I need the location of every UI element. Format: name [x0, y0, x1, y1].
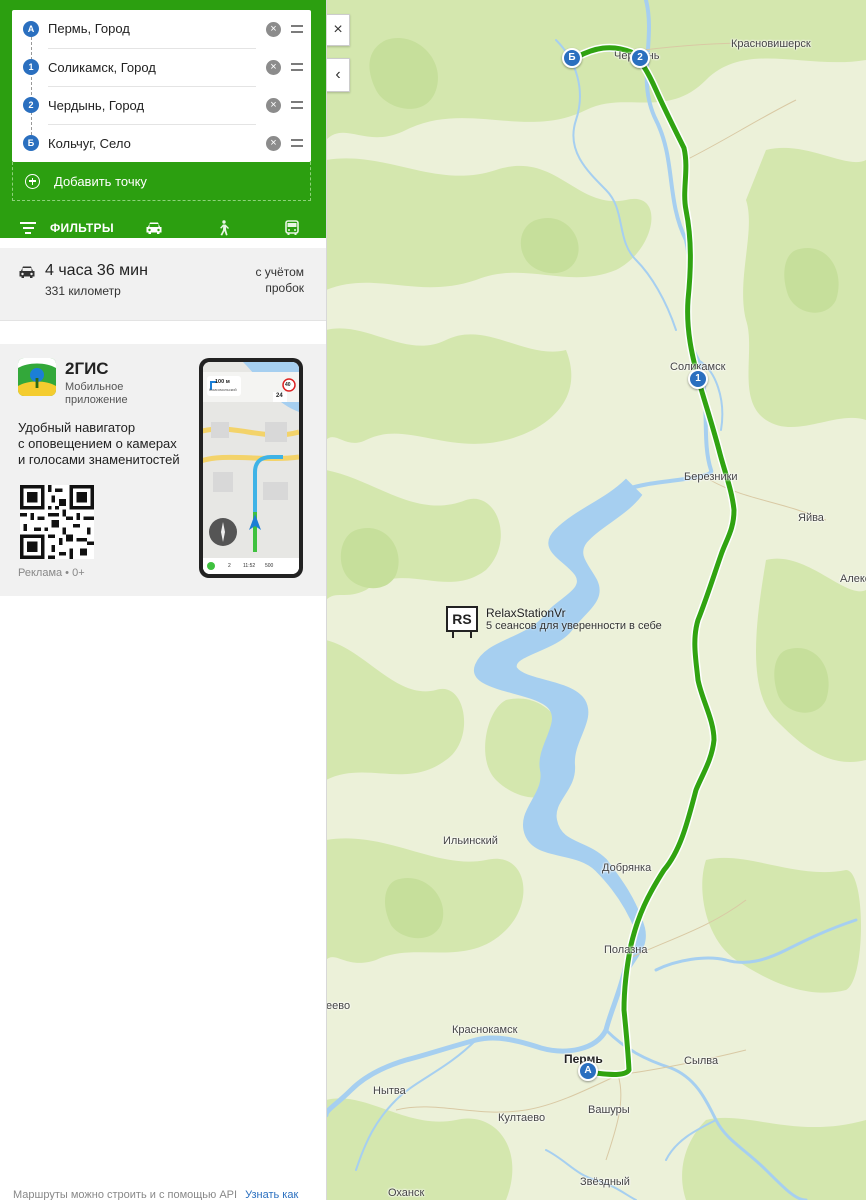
ad-desc-line2: с оповещением о камерах: [18, 436, 177, 451]
stop-input-a[interactable]: Пермь, Город: [48, 10, 256, 48]
map-label-yayva: Яйва: [798, 512, 824, 524]
drag-handle-icon[interactable]: [291, 25, 303, 33]
ad-desc-line1: Удобный навигатор: [18, 420, 136, 435]
api-learn-link[interactable]: Узнать как: [245, 1189, 298, 1200]
route-stops: А Пермь, Город × 1 Соликамск, Город × 2 …: [12, 10, 311, 162]
route-form: А Пермь, Город × 1 Соликамск, Город × 2 …: [0, 0, 326, 252]
route-stop-b[interactable]: Б Кольчуг, Село ×: [12, 123, 311, 163]
phone-eta: 11:52: [243, 563, 256, 569]
stop-input-1[interactable]: Соликамск, Город: [48, 47, 256, 87]
map-label-sylva: Сылва: [684, 1055, 719, 1067]
phone-mockup: 100 м Комсомольский 40 24 2 11:52 500: [199, 358, 303, 578]
ad-description: Удобный навигатор с оповещением о камера…: [18, 420, 180, 468]
map-ad-title: RelaxStationVr: [486, 606, 566, 620]
car-icon: [19, 266, 35, 278]
filter-icon: [20, 222, 36, 234]
add-point-label: Добавить точку: [54, 173, 147, 189]
traffic-note: с учётом пробок: [255, 264, 304, 296]
map-label-krasnokamsk: Краснокамск: [452, 1024, 518, 1036]
route-panel: А Пермь, Город × 1 Соликамск, Город × 2 …: [0, 0, 327, 1200]
map-label-dobryanka: Добрянка: [602, 862, 652, 874]
stop-input-b[interactable]: Кольчуг, Село: [48, 123, 256, 163]
mode-car-tab[interactable]: [120, 204, 189, 252]
qr-code: [20, 485, 94, 559]
plus-circle-icon: [25, 173, 40, 189]
drag-handle-icon[interactable]: [291, 101, 303, 109]
map-label-berezniki: Березники: [684, 471, 738, 483]
route-pin-2[interactable]: 2: [630, 48, 650, 68]
2gis-logo: [18, 358, 56, 396]
filters-button[interactable]: ФИЛЬТРЫ: [0, 221, 120, 235]
route-pin-1[interactable]: 1: [688, 369, 708, 389]
close-route-button[interactable]: ×: [326, 14, 350, 46]
api-note-text: Маршруты можно строить и с помощью API: [13, 1189, 238, 1200]
map[interactable]: Красновишерск Чердынь Соликамск Березник…: [326, 0, 866, 1200]
map-label-okhansk: Оханск: [388, 1187, 425, 1199]
mode-pedestrian-tab[interactable]: [189, 204, 258, 252]
map-label-kultaevo: Култаево: [498, 1112, 546, 1124]
navigator-screenshot: [203, 362, 299, 574]
clear-stop-1-button[interactable]: ×: [266, 59, 281, 75]
phone-meters: 500: [265, 563, 274, 569]
filters-label: ФИЛЬТРЫ: [50, 221, 114, 235]
map-canvas: [326, 0, 866, 1200]
clear-stop-a-button[interactable]: ×: [266, 21, 281, 37]
traffic-note-line1: с учётом: [255, 265, 304, 279]
route-pin-b[interactable]: Б: [562, 48, 582, 68]
mode-transit-tab[interactable]: [257, 204, 326, 252]
route-stop-a[interactable]: А Пермь, Город ×: [12, 10, 311, 48]
bus-icon: [284, 220, 299, 235]
map-label-polazna: Полазна: [604, 944, 648, 956]
phone-speed-limit: 40: [285, 382, 291, 388]
route-pin-a[interactable]: А: [578, 1061, 598, 1081]
phone-screen: 100 м Комсомольский 40 24 2 11:52 500: [203, 362, 299, 574]
chevron-left-icon: ‹: [335, 66, 341, 83]
stop-input-2[interactable]: Чердынь, Город: [48, 85, 256, 125]
phone-street: Комсомольский: [209, 388, 237, 392]
stop-marker-2: 2: [23, 97, 39, 113]
clear-stop-2-button[interactable]: ×: [266, 97, 281, 113]
map-label-krasnovishersk: Красновишерск: [731, 38, 811, 50]
phone-minutes: 2: [228, 563, 231, 569]
route-summary[interactable]: 4 часа 36 мин 331 километр с учётом проб…: [0, 248, 326, 321]
traffic-note-line2: пробок: [265, 281, 304, 295]
map-ad-subtitle: 5 сеансов для уверенности в себе: [486, 620, 662, 632]
car-icon: [146, 222, 162, 234]
drag-handle-icon[interactable]: [291, 63, 303, 71]
phone-speed: 24: [276, 393, 283, 399]
clear-stop-b-button[interactable]: ×: [266, 135, 281, 151]
add-point-button[interactable]: Добавить точку: [12, 162, 311, 201]
map-label-aleks: Алекс: [840, 573, 866, 585]
route-stop-2[interactable]: 2 Чердынь, Город ×: [12, 85, 311, 125]
ad-disclaimer: Реклама • 0+: [18, 567, 85, 579]
ad-brand-sub-line1: Мобильное: [65, 381, 124, 393]
ad-brand-sub-line2: приложение: [65, 394, 128, 406]
stop-marker-1: 1: [23, 59, 39, 75]
phone-distance: 100 м: [215, 379, 230, 385]
ad-brand: 2ГИС: [65, 359, 109, 378]
map-label-eevo: еево: [326, 1000, 351, 1012]
ad-brand-sub: Мобильное приложение: [65, 381, 128, 407]
ad-banner[interactable]: 2ГИС Мобильное приложение Удобный навига…: [0, 344, 326, 596]
stop-marker-b: Б: [23, 135, 39, 151]
map-label-nytva: Нытва: [373, 1085, 406, 1097]
pedestrian-icon: [220, 220, 229, 236]
stop-marker-a: А: [23, 21, 39, 37]
map-ad-marker[interactable]: RS RelaxStationVr 5 сеансов для уверенно…: [446, 606, 662, 638]
collapse-panel-button[interactable]: ‹: [326, 58, 350, 92]
map-label-vashury: Вашуры: [588, 1104, 630, 1116]
drag-handle-icon[interactable]: [291, 139, 303, 147]
route-stop-1[interactable]: 1 Соликамск, Город ×: [12, 47, 311, 87]
ad-desc-line3: и голосами знаменитостей: [18, 452, 180, 467]
close-icon: ×: [333, 21, 343, 38]
relaxstation-logo: RS: [446, 606, 478, 638]
api-note: Маршруты можно строить и с помощью API Уз…: [13, 1189, 298, 1200]
map-label-ilinsky: Ильинский: [443, 835, 498, 847]
map-label-zvezdny: Звёздный: [580, 1176, 630, 1188]
